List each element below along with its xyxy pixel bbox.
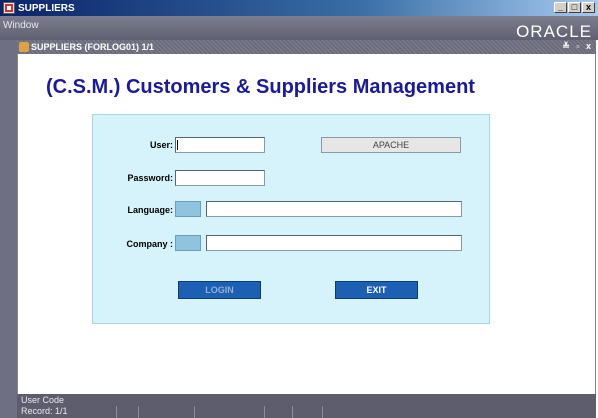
mdi-left-strip <box>0 40 17 418</box>
username-display: APACHE <box>321 137 461 153</box>
menu-window[interactable]: Window <box>3 20 39 31</box>
language-code-input[interactable] <box>175 201 201 217</box>
status-cell <box>195 406 265 418</box>
company-label: Company : <box>126 239 173 249</box>
minimize-button[interactable]: _ <box>554 2 567 13</box>
exit-button[interactable]: EXIT <box>335 281 418 299</box>
status-cell <box>117 406 139 418</box>
status-record: Record: 1/1 <box>17 406 117 418</box>
language-label: Language: <box>127 205 173 215</box>
form-icon <box>19 42 29 52</box>
window-controls: _ □ x <box>554 2 595 13</box>
close-button[interactable]: x <box>582 2 595 13</box>
user-input[interactable] <box>175 137 265 153</box>
status-cell <box>293 406 323 418</box>
app-icon <box>3 2 15 14</box>
menubar: Window ORACLE <box>0 16 598 41</box>
password-input[interactable] <box>175 170 265 186</box>
company-name-input[interactable] <box>206 235 462 251</box>
oracle-logo: ORACLE <box>516 22 592 41</box>
maximize-button[interactable]: □ <box>568 2 581 13</box>
form-window-controls[interactable]: ≚ ▫ x <box>562 41 593 52</box>
text-caret <box>177 140 178 150</box>
password-label: Password: <box>127 173 173 183</box>
status-cell <box>265 406 293 418</box>
app-title: SUPPLIERS <box>18 2 75 14</box>
page-title: (C.S.M.) Customers & Suppliers Managemen… <box>46 76 475 98</box>
login-panel: User: APACHE Password: Language: Company… <box>92 114 490 324</box>
statusbar: User Code Record: 1/1 <box>17 394 596 418</box>
status-hint: User Code <box>21 395 65 405</box>
company-code-input[interactable] <box>175 235 201 251</box>
app-titlebar: SUPPLIERS _ □ x <box>0 0 598 16</box>
status-cell <box>139 406 195 418</box>
login-button[interactable]: LOGIN <box>178 281 261 299</box>
user-label: User: <box>149 140 173 150</box>
form-titlebar: SUPPLIERS (FORLOG01) 1/1 ≚ ▫ x <box>17 40 596 54</box>
form-title: SUPPLIERS (FORLOG01) 1/1 <box>31 42 155 52</box>
status-cells: Record: 1/1 <box>17 406 596 418</box>
language-name-input[interactable] <box>206 201 462 217</box>
